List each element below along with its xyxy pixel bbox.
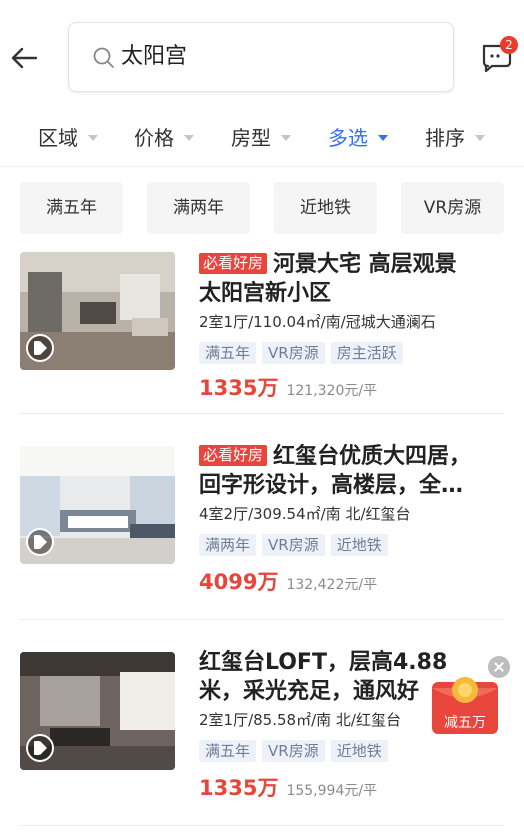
filter-label: 多选 (328, 126, 368, 150)
vr-play-icon (26, 734, 54, 762)
filter-label: 区域 (38, 126, 78, 150)
listing-tag: 近地铁 (330, 534, 388, 556)
listing-photo (20, 252, 175, 370)
search-query: 太阳宫 (121, 44, 188, 69)
listing-title-line2: 太阳宫新小区 (199, 281, 332, 306)
listing-title-line2: 米，采光充足，通风好 (199, 679, 420, 704)
listing-price: 1335万 155,994元/平 (199, 772, 377, 802)
listing-meta: 2室1厅/85.58㎡/南 北/红玺台 (199, 711, 401, 729)
listing-tag: VR房源 (262, 740, 325, 762)
filter-label: 排序 (425, 126, 465, 150)
divider (20, 825, 504, 826)
search-icon (93, 47, 115, 69)
listing-title: 必看好房 红玺台优质大四居， 回字形设计，高楼层，全… (199, 442, 499, 500)
caret-down-icon (475, 134, 485, 141)
quick-filter-chips: 满五年 满两年 近地铁 VR房源 (0, 180, 524, 236)
listing-tags: 满两年 VR房源 近地铁 (199, 534, 394, 556)
coupon-label: 减五万 (444, 715, 486, 731)
listing-tag: 近地铁 (330, 740, 388, 762)
listing-tag: 满两年 (199, 534, 257, 556)
listing-price: 1335万 121,320元/平 (199, 372, 377, 402)
vr-play-icon (26, 334, 54, 362)
listing-title-line1: 红玺台优质大四居， (273, 444, 472, 469)
must-see-tag: 必看好房 (199, 445, 268, 466)
filter-price[interactable]: 价格 (134, 124, 194, 152)
listing-photo (20, 446, 175, 564)
total-price: 1335万 (199, 376, 279, 400)
listing-tag: 满五年 (199, 342, 257, 364)
filter-label: 房型 (231, 126, 271, 150)
total-price: 1335万 (199, 776, 279, 800)
listing-tag: 满五年 (199, 740, 257, 762)
filter-layout[interactable]: 房型 (231, 124, 291, 152)
caret-down-icon (184, 134, 194, 141)
listing-meta: 4室2厅/309.54㎡/南 北/红玺台 (199, 505, 411, 523)
unit-price: 155,994元/平 (286, 783, 378, 799)
chip-two-years[interactable]: 满两年 (147, 182, 250, 234)
unit-price: 132,422元/平 (286, 577, 378, 593)
caret-down-icon (281, 134, 291, 141)
listing-title-line2: 回字形设计，高楼层，全… (199, 473, 464, 498)
back-arrow-icon[interactable] (8, 40, 44, 76)
filter-label: 价格 (134, 126, 174, 150)
search-input[interactable]: 太阳宫 (68, 22, 454, 92)
listing-meta: 2室1厅/110.04㎡/南/冠城大通澜石 (199, 313, 436, 331)
listing-title: 必看好房 河景大宅 高层观景 太阳宫新小区 (199, 250, 499, 308)
listing-card[interactable]: 必看好房 红玺台优质大四居， 回字形设计，高楼层，全… 4室2厅/309.54㎡/… (0, 414, 524, 620)
listing-price: 4099万 132,422元/平 (199, 566, 377, 596)
listing-tags: 满五年 VR房源 房主活跃 (199, 342, 409, 364)
caret-down-icon (88, 134, 98, 141)
filter-region[interactable]: 区域 (38, 124, 98, 152)
filter-multi[interactable]: 多选 (328, 124, 388, 152)
listing-title-line1: 河景大宅 高层观景 (273, 252, 457, 277)
must-see-tag: 必看好房 (199, 253, 268, 274)
listing-photo (20, 652, 175, 770)
listing-tag: VR房源 (262, 534, 325, 556)
caret-down-icon (378, 134, 388, 141)
listing-tag: VR房源 (262, 342, 325, 364)
listing-list: 必看好房 河景大宅 高层观景 太阳宫新小区 2室1厅/110.04㎡/南/冠城大通… (0, 248, 524, 839)
chip-five-years[interactable]: 满五年 (20, 182, 123, 234)
vr-play-icon (26, 528, 54, 556)
chip-vr[interactable]: VR房源 (401, 182, 504, 234)
chip-near-subway[interactable]: 近地铁 (274, 182, 377, 234)
listing-card[interactable]: 必看好房 河景大宅 高层观景 太阳宫新小区 2室1厅/110.04㎡/南/冠城大通… (0, 248, 524, 414)
total-price: 4099万 (199, 570, 279, 594)
filter-bar: 区域 价格 房型 多选 排序 (0, 110, 524, 167)
message-count-badge: 2 (500, 36, 518, 54)
listing-tag: 房主活跃 (330, 342, 403, 364)
listing-title-line1: 红玺台LOFT，层高4.88 (199, 650, 448, 675)
filter-sort[interactable]: 排序 (425, 124, 485, 152)
close-icon[interactable] (488, 656, 510, 678)
top-bar: 太阳宫 2 (0, 0, 524, 110)
unit-price: 121,320元/平 (286, 383, 378, 399)
listing-tags: 满五年 VR房源 近地铁 (199, 740, 394, 762)
